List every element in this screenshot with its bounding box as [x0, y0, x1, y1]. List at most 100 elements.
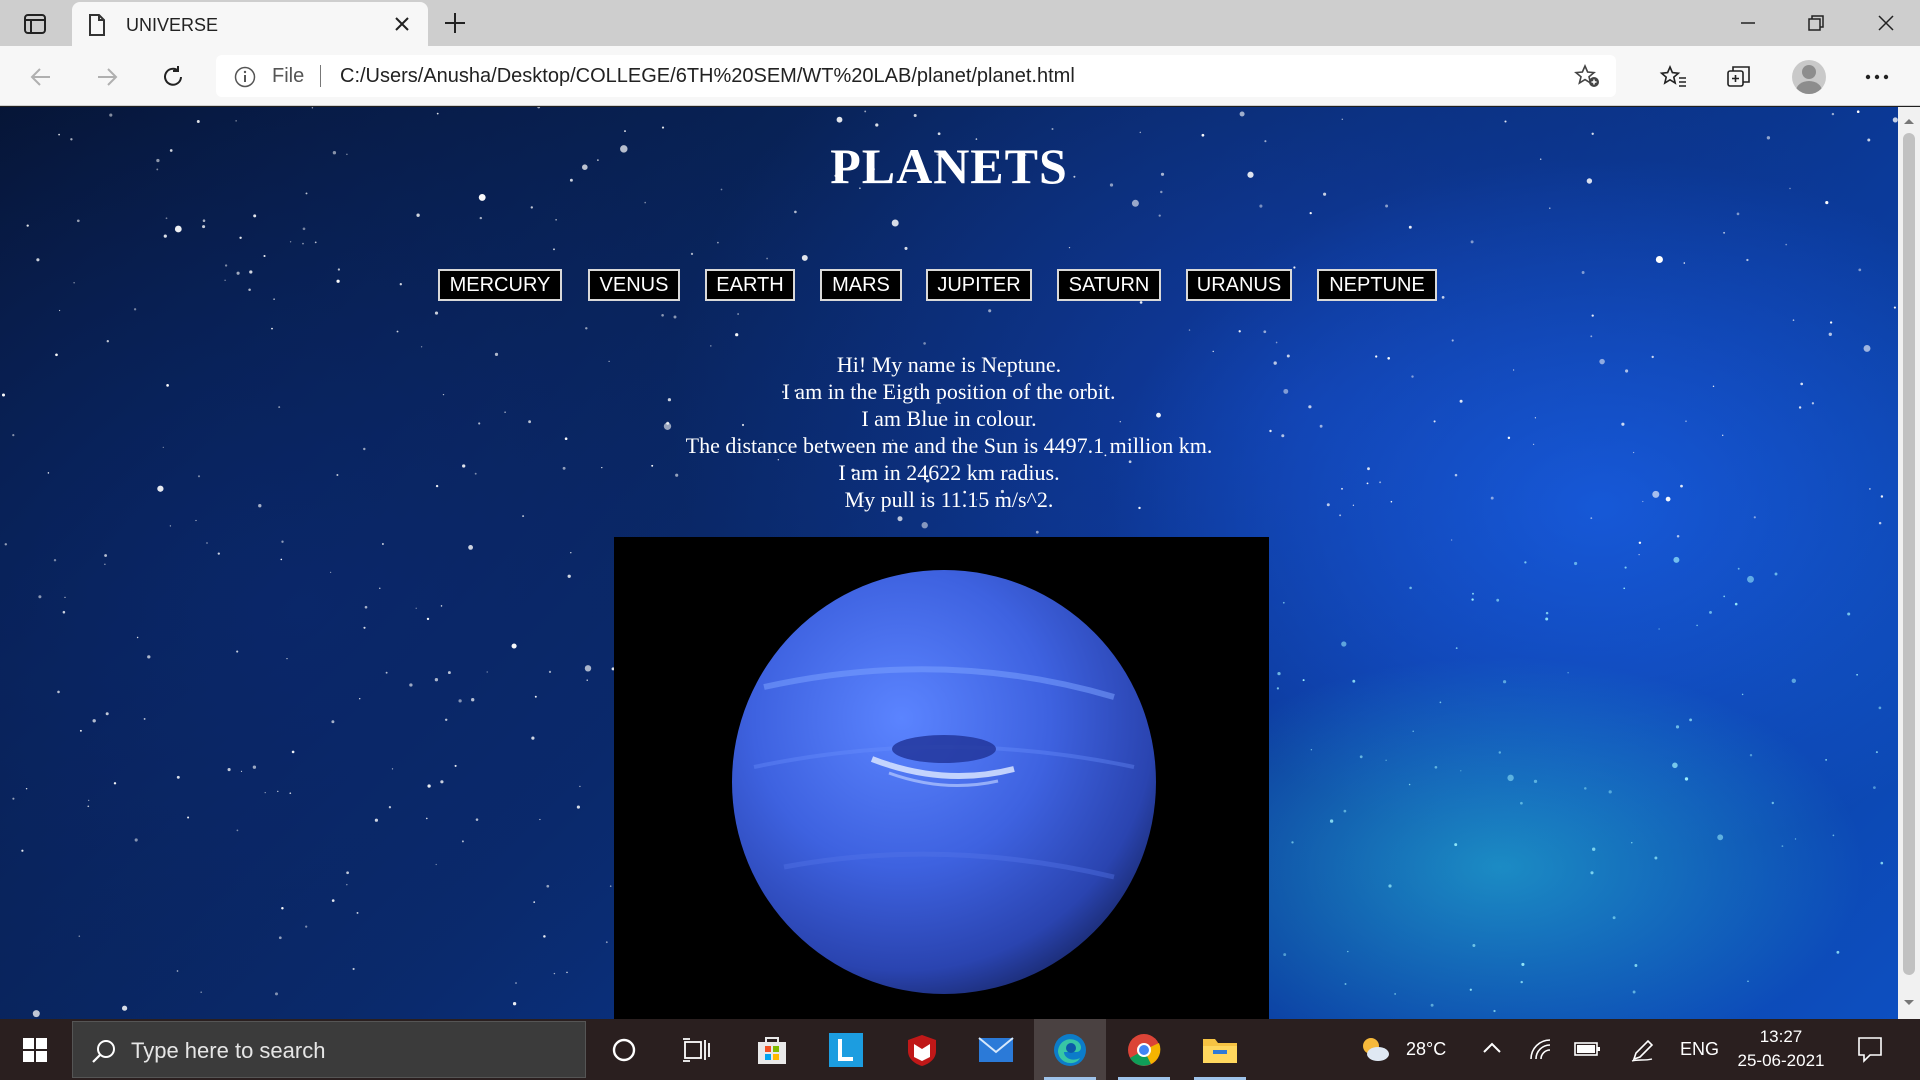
star: [875, 123, 879, 127]
edge-browser-icon[interactable]: [1034, 1019, 1106, 1080]
star: [289, 241, 292, 243]
star: [163, 234, 167, 238]
vertical-scrollbar[interactable]: [1898, 107, 1920, 1019]
star: [1655, 255, 1663, 264]
nav-mercury-button[interactable]: MERCURY: [438, 269, 562, 301]
pen-ink-icon[interactable]: [1630, 1037, 1656, 1068]
show-hidden-icons-chevron-icon[interactable]: [1482, 1041, 1502, 1060]
weather-icon[interactable]: [1360, 1035, 1390, 1068]
star: [1504, 120, 1507, 123]
system-clock[interactable]: 13:27 25-06-2021: [1726, 1025, 1836, 1073]
star: [458, 699, 462, 703]
star: [281, 540, 284, 543]
info-icon[interactable]: [234, 66, 256, 93]
wifi-icon[interactable]: [1528, 1037, 1554, 1066]
star: [1408, 783, 1411, 786]
star: [1632, 990, 1636, 994]
launcher-l-icon[interactable]: [810, 1019, 882, 1080]
browser-tab[interactable]: UNIVERSE: [72, 2, 428, 48]
star: [202, 219, 206, 222]
info-line: I am in 24622 km radius.: [838, 460, 1060, 485]
tab-title: UNIVERSE: [126, 15, 219, 35]
mail-icon[interactable]: [960, 1019, 1032, 1080]
star: [1676, 535, 1680, 538]
star: [416, 213, 420, 217]
back-arrow-icon[interactable]: [24, 60, 58, 94]
star: [196, 120, 200, 123]
star: [1239, 111, 1245, 117]
star: [176, 970, 179, 972]
restore-icon[interactable]: [1796, 8, 1836, 38]
star: [1825, 201, 1829, 205]
collections-icon[interactable]: [1722, 60, 1756, 94]
star: [1460, 770, 1462, 772]
star: [1624, 566, 1627, 569]
weather-temperature[interactable]: 28°C: [1406, 1039, 1446, 1060]
microsoft-store-icon[interactable]: [736, 1019, 808, 1080]
add-favorite-icon[interactable]: [1574, 63, 1600, 93]
more-menu-icon[interactable]: [1860, 60, 1894, 94]
mcafee-shield-icon[interactable]: [886, 1019, 958, 1080]
input-language[interactable]: ENG: [1680, 1039, 1719, 1060]
scroll-up-arrow-icon[interactable]: [1903, 113, 1915, 131]
star: [1158, 214, 1161, 217]
star: [271, 327, 273, 330]
star: [21, 849, 24, 852]
nav-earth-button[interactable]: EARTH: [705, 269, 795, 301]
info-line: Hi! My name is Neptune.: [836, 352, 1062, 377]
taskbar-search-box[interactable]: Type here to search: [72, 1021, 586, 1078]
scrollbar-thumb[interactable]: [1903, 133, 1915, 975]
star: [673, 315, 677, 319]
star: [1533, 779, 1538, 784]
star: [1471, 598, 1474, 601]
nav-mars-button[interactable]: MARS: [820, 269, 902, 301]
scroll-down-arrow-icon[interactable]: [1903, 995, 1915, 1013]
favorites-icon[interactable]: [1656, 60, 1690, 94]
star: [1634, 964, 1638, 967]
star: [1590, 517, 1593, 519]
reload-icon[interactable]: [156, 60, 190, 94]
battery-icon[interactable]: [1574, 1039, 1602, 1064]
star: [169, 525, 172, 527]
star: [88, 799, 90, 802]
star: [121, 1005, 128, 1011]
star: [644, 201, 646, 204]
star: [104, 554, 108, 557]
star: [1545, 617, 1549, 621]
star: [1875, 751, 1878, 754]
close-window-icon[interactable]: [1866, 8, 1906, 38]
nav-jupiter-button[interactable]: JUPITER: [926, 269, 1032, 301]
star: [1131, 199, 1139, 207]
tab-actions-button[interactable]: [18, 10, 52, 38]
new-tab-icon[interactable]: [442, 10, 468, 41]
minimize-icon[interactable]: [1728, 8, 1768, 38]
nav-uranus-button[interactable]: URANUS: [1186, 269, 1292, 301]
forward-arrow-icon[interactable]: [90, 60, 124, 94]
url-text[interactable]: C:/Users/Anusha/Desktop/COLLEGE/6TH%20SE…: [340, 65, 1075, 88]
star: [274, 992, 279, 996]
file-explorer-icon[interactable]: [1184, 1019, 1256, 1080]
profile-avatar-icon[interactable]: [1792, 60, 1826, 94]
notifications-icon[interactable]: [1856, 1035, 1884, 1068]
nav-saturn-button[interactable]: SATURN: [1057, 269, 1161, 301]
address-bar[interactable]: File C:/Users/Anusha/Desktop/COLLEGE/6TH…: [216, 55, 1616, 97]
star: [1829, 321, 1833, 324]
nav-venus-button[interactable]: VENUS: [588, 269, 680, 301]
star: [531, 736, 535, 740]
star: [794, 210, 797, 214]
star: [897, 516, 903, 522]
close-tab-icon[interactable]: [392, 14, 412, 39]
star: [1068, 246, 1071, 249]
star: [1352, 679, 1356, 683]
star: [187, 816, 190, 819]
star: [1847, 612, 1851, 616]
star: [923, 342, 926, 345]
nav-neptune-button[interactable]: NEPTUNE: [1317, 269, 1437, 301]
task-view-icon[interactable]: [660, 1019, 732, 1080]
star: [1574, 561, 1578, 566]
cortana-icon[interactable]: [588, 1019, 660, 1080]
chrome-icon[interactable]: [1108, 1019, 1180, 1080]
star: [440, 605, 443, 607]
windows-start-icon[interactable]: [0, 1019, 70, 1080]
star: [87, 805, 90, 808]
